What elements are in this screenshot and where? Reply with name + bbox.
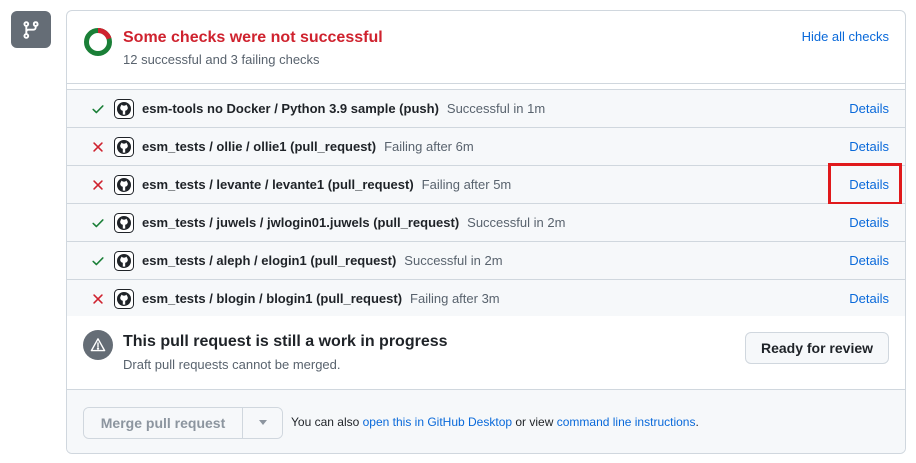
- check-title: esm_tests / aleph / elogin1 (pull_reques…: [142, 253, 397, 268]
- check-name: esm_tests / blogin / blogin1 (pull_reque…: [142, 291, 500, 306]
- check-icon: [91, 216, 105, 235]
- check-row: esm_tests / ollie / ollie1 (pull_request…: [67, 128, 905, 166]
- merge-options-dropdown[interactable]: [242, 408, 282, 438]
- command-line-instructions-link[interactable]: command line instructions: [557, 415, 696, 429]
- draft-subtitle: Draft pull requests cannot be merged.: [123, 357, 341, 372]
- merge-alternatives-note: You can also open this in GitHub Desktop…: [291, 415, 699, 429]
- triangle-down-icon: [258, 420, 267, 425]
- checks-summary-header: Some checks were not successful 12 succe…: [67, 11, 905, 84]
- check-name: esm_tests / levante / levante1 (pull_req…: [142, 177, 511, 192]
- x-icon: [91, 178, 105, 197]
- check-details-link[interactable]: Details: [849, 215, 889, 230]
- check-details-link[interactable]: Details: [849, 291, 889, 306]
- check-result: Failing after 3m: [410, 291, 500, 306]
- check-row: esm_tests / juwels / jwlogin01.juwels (p…: [67, 204, 905, 242]
- check-row: esm_tests / aleph / elogin1 (pull_reques…: [67, 242, 905, 280]
- github-icon: [114, 137, 134, 162]
- merge-note-middle: or view: [512, 415, 557, 429]
- check-row: esm-tools no Docker / Python 3.9 sample …: [67, 90, 905, 128]
- check-title: esm_tests / blogin / blogin1 (pull_reque…: [142, 291, 403, 306]
- checks-summary-title: Some checks were not successful: [123, 29, 383, 46]
- check-result: Successful in 2m: [404, 253, 503, 268]
- draft-status-section: This pull request is still a work in pro…: [67, 316, 905, 390]
- alert-icon: [83, 330, 113, 360]
- check-details-link[interactable]: Details: [849, 177, 889, 192]
- check-row: esm_tests / levante / levante1 (pull_req…: [67, 163, 905, 205]
- github-icon: [114, 175, 134, 200]
- x-icon: [91, 292, 105, 311]
- check-details-link[interactable]: Details: [849, 253, 889, 268]
- github-icon: [114, 213, 134, 238]
- git-branch-icon: [11, 11, 51, 48]
- github-icon: [114, 99, 134, 124]
- check-result: Failing after 6m: [384, 139, 474, 154]
- check-title: esm_tests / ollie / ollie1 (pull_request…: [142, 139, 377, 154]
- check-row: esm_tests / blogin / blogin1 (pull_reque…: [67, 280, 905, 318]
- checks-list: esm-tools no Docker / Python 3.9 sample …: [67, 89, 905, 318]
- github-icon: [114, 289, 134, 314]
- check-name: esm_tests / aleph / elogin1 (pull_reques…: [142, 253, 503, 268]
- open-in-desktop-link[interactable]: open this in GitHub Desktop: [363, 415, 512, 429]
- draft-title: This pull request is still a work in pro…: [123, 333, 448, 350]
- merge-note-prefix: You can also: [291, 415, 363, 429]
- check-name: esm_tests / ollie / ollie1 (pull_request…: [142, 139, 474, 154]
- merge-section: Merge pull request You can also open thi…: [67, 390, 905, 453]
- check-details-link[interactable]: Details: [849, 101, 889, 116]
- merge-pull-request-button[interactable]: Merge pull request: [84, 408, 242, 438]
- check-details-link[interactable]: Details: [849, 139, 889, 154]
- check-title: esm-tools no Docker / Python 3.9 sample …: [142, 101, 439, 116]
- merge-box: Some checks were not successful 12 succe…: [66, 10, 906, 454]
- check-result: Failing after 5m: [421, 177, 512, 192]
- check-title: esm_tests / levante / levante1 (pull_req…: [142, 177, 414, 192]
- hide-all-checks-link[interactable]: Hide all checks: [802, 29, 889, 44]
- x-icon: [91, 140, 105, 159]
- check-title: esm_tests / juwels / jwlogin01.juwels (p…: [142, 215, 460, 230]
- check-name: esm_tests / juwels / jwlogin01.juwels (p…: [142, 215, 565, 230]
- check-icon: [91, 102, 105, 121]
- github-icon: [114, 251, 134, 276]
- merge-button-group: Merge pull request: [83, 407, 283, 439]
- merge-note-suffix: .: [695, 415, 699, 429]
- check-result: Successful in 2m: [467, 215, 566, 230]
- check-name: esm-tools no Docker / Python 3.9 sample …: [142, 101, 545, 116]
- ready-for-review-button[interactable]: Ready for review: [745, 332, 889, 364]
- checks-donut-icon: [84, 28, 112, 56]
- checks-summary-subtitle: 12 successful and 3 failing checks: [123, 52, 320, 67]
- check-icon: [91, 254, 105, 273]
- check-result: Successful in 1m: [446, 101, 546, 116]
